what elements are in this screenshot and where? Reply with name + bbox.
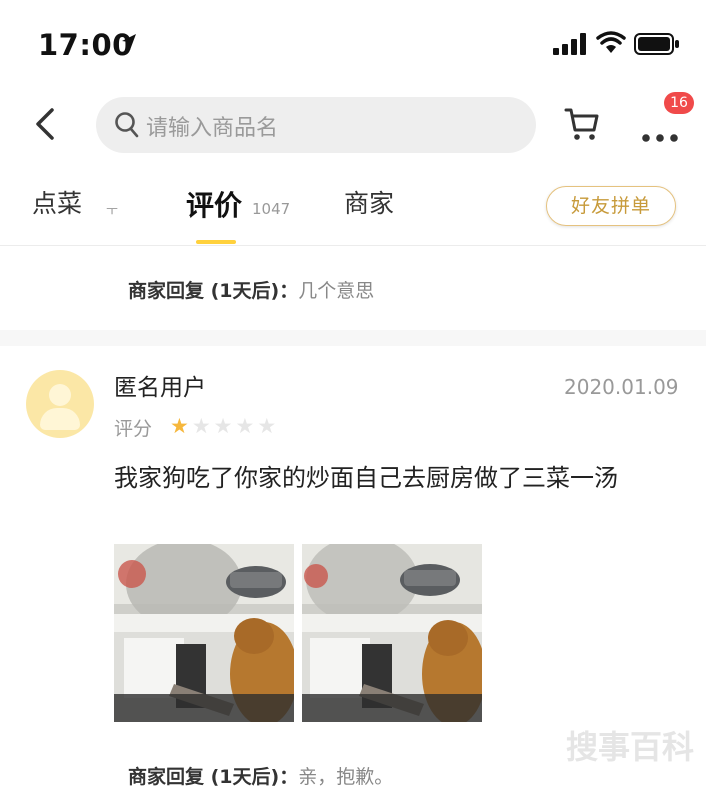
cart-icon[interactable] [562,104,602,148]
group-order-button[interactable]: 好友拼单 [546,186,676,226]
star-icon: ★ [257,414,277,438]
active-tab-indicator [196,240,236,244]
star-icon: ★ [170,414,189,438]
merchant-reply-label: 商家回复 (1天后)： [128,766,299,788]
reviews-count: 1047 [252,200,291,218]
search-icon [114,111,140,143]
review-user-name: 匿名用户 [114,375,206,401]
avatar-body [40,408,80,430]
nav-bar: 请输入商品名 16 [0,92,706,162]
star-icon: ★ [213,414,233,438]
search-placeholder: 请输入商品名 [146,116,279,141]
battery-icon [634,32,680,60]
wifi-icon [596,31,626,59]
merchant-reply-text: 亲，抱歉。 [298,766,394,788]
back-chevron-icon[interactable] [28,104,64,144]
location-arrow-icon [120,32,138,56]
tab-order[interactable]: 点菜 [32,184,82,220]
tab-bar: 点菜 ㅜ 评价 1047 商家 好友拼单 [0,174,706,246]
rating-stars: ★ ★ ★ ★ ★ [170,416,276,437]
review-photo[interactable] [302,544,482,722]
review-photo[interactable] [114,544,294,722]
section-divider [0,330,706,346]
merchant-reply: 商家回复 (1天后)：亲，抱歉。 [128,762,393,789]
merchant-reply-label: 商家回复 (1天后)： [128,280,299,302]
status-bar: 17:00 [0,0,706,90]
review-date: 2020.01.09 [564,375,679,399]
rating-label: 评分 [114,418,153,440]
cellular-signal-icon [553,33,587,59]
search-input[interactable]: 请输入商品名 [96,97,536,153]
review-text: 我家狗吃了你家的炒面自己去厨房做了三菜一汤 [114,464,618,492]
star-icon: ★ [191,414,211,438]
notification-badge: 16 [664,92,694,114]
merchant-reply-text: 几个意思 [298,280,375,302]
watermark: 搜事百科 [566,728,695,766]
tab-reviews[interactable]: 评价 [186,184,242,224]
status-time: 17:00 [38,28,133,62]
tab-merchant[interactable]: 商家 [344,184,394,220]
avatar [26,370,94,438]
merchant-reply: 商家回复 (1天后)：几个意思 [128,276,374,303]
star-icon: ★ [235,414,255,438]
avatar-head [49,384,71,406]
pin-top-icon: ㅜ [106,204,118,219]
